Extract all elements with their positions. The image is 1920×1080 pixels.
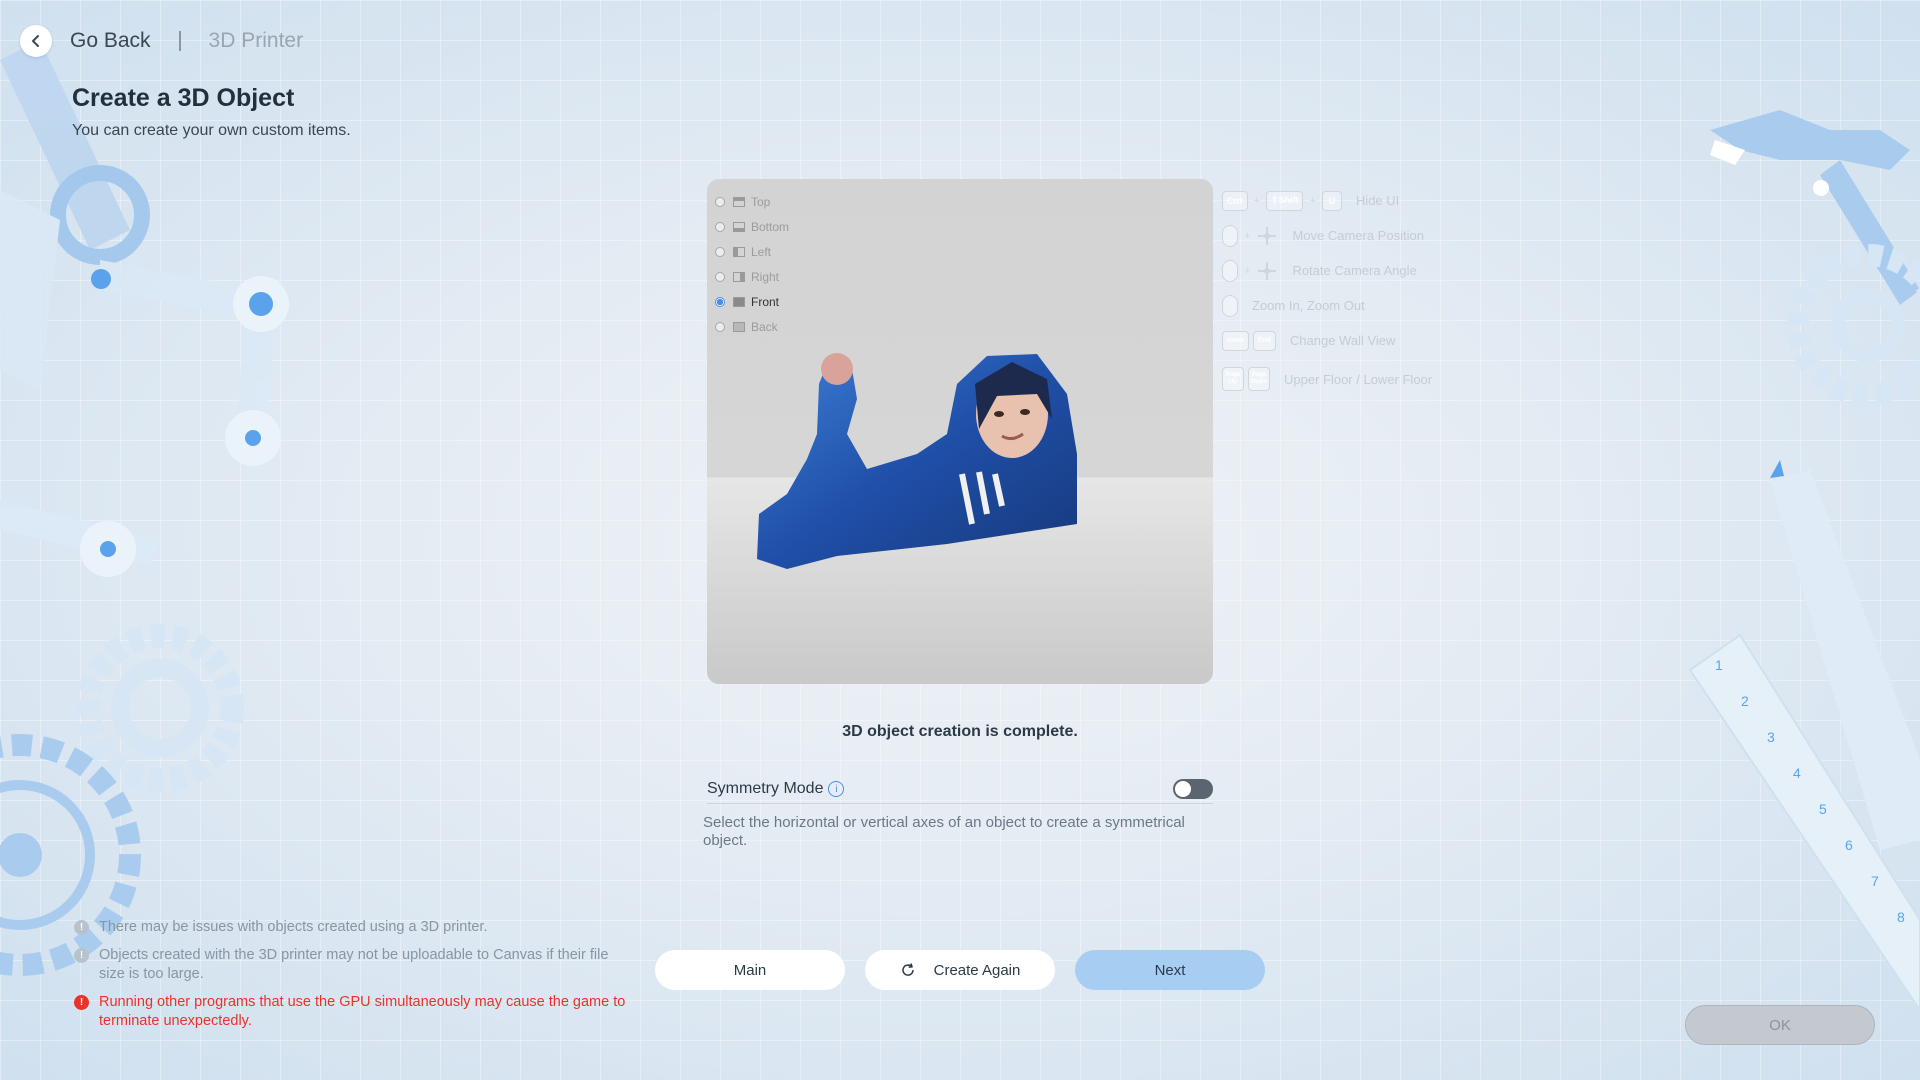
ok-button[interactable]: OK xyxy=(1685,1005,1875,1045)
3d-preview-viewport[interactable]: Top Bottom Left Right Front Back xyxy=(707,179,1213,684)
cube-top-icon xyxy=(733,196,745,207)
next-button[interactable]: Next xyxy=(1075,950,1265,990)
error-warning-item: ! Running other programs that use the GP… xyxy=(74,993,634,1031)
svg-text:1: 1 xyxy=(1715,657,1723,673)
svg-text:2: 2 xyxy=(1741,693,1749,709)
view-option-front[interactable]: Front xyxy=(715,289,789,314)
ctrl-key: Ctrl xyxy=(1222,190,1248,211)
home-key: Home xyxy=(1222,330,1249,351)
view-option-top[interactable]: Top xyxy=(715,189,789,214)
mouse-scroll-icon xyxy=(1222,294,1238,317)
refresh-icon xyxy=(900,962,916,978)
view-option-left[interactable]: Left xyxy=(715,239,789,264)
mouse-right-click-icon xyxy=(1222,259,1238,282)
shortcut-floor: Page Up Page Down Upper Floor / Lower Fl… xyxy=(1222,358,1432,400)
go-back-button[interactable] xyxy=(20,25,52,57)
mouse-left-click-icon xyxy=(1222,224,1238,247)
svg-text:5: 5 xyxy=(1819,801,1827,817)
go-back-label[interactable]: Go Back xyxy=(70,29,151,53)
move-arrows-icon xyxy=(1258,261,1277,280)
shortcut-hide-ui: Ctrl + ⇧Shift + U Hide UI xyxy=(1222,183,1432,218)
svg-text:7: 7 xyxy=(1871,873,1879,889)
view-option-label: Front xyxy=(751,294,780,309)
svg-text:6: 6 xyxy=(1845,837,1853,853)
view-option-label: Bottom xyxy=(751,219,790,234)
view-option-bottom[interactable]: Bottom xyxy=(715,214,789,239)
shortcut-label: Move Camera Position xyxy=(1292,228,1424,243)
warning-text: There may be issues with objects created… xyxy=(99,919,488,935)
shortcut-move-camera: + Move Camera Position xyxy=(1222,218,1432,253)
create-again-label: Create Again xyxy=(933,961,1021,979)
end-key: End xyxy=(1252,330,1276,351)
cube-left-icon xyxy=(733,246,745,257)
shortcut-label: Hide UI xyxy=(1355,193,1400,208)
view-option-right[interactable]: Right xyxy=(715,264,789,289)
create-again-button[interactable]: Create Again xyxy=(865,950,1055,990)
u-key: U xyxy=(1321,190,1342,211)
camera-view-selector: Top Bottom Left Right Front Back xyxy=(715,189,789,339)
radio-button[interactable] xyxy=(715,221,725,232)
ok-button-label: OK xyxy=(1769,1016,1791,1034)
info-circle-icon: ! xyxy=(74,948,89,963)
cube-bottom-icon xyxy=(733,221,745,232)
svg-text:4: 4 xyxy=(1793,765,1801,781)
move-arrows-icon xyxy=(1258,226,1277,245)
cube-right-icon xyxy=(733,271,745,282)
header: Go Back 3D Printer xyxy=(20,24,303,58)
next-button-label: Next xyxy=(1154,961,1186,979)
symmetry-mode-label: Symmetry Mode xyxy=(707,780,824,797)
creation-status-text: 3D object creation is complete. xyxy=(842,723,1078,740)
view-option-label: Top xyxy=(751,194,771,209)
warning-text: Objects created with the 3D printer may … xyxy=(99,947,609,982)
3d-model-preview xyxy=(757,353,1077,569)
radio-button[interactable] xyxy=(715,196,725,207)
main-button[interactable]: Main xyxy=(655,950,845,990)
chevron-left-icon xyxy=(32,35,39,47)
shortcut-rotate-camera: + Rotate Camera Angle xyxy=(1222,253,1432,288)
warning-item: ! There may be issues with objects creat… xyxy=(74,918,634,937)
radio-button[interactable] xyxy=(715,271,725,282)
error-circle-icon: ! xyxy=(74,995,89,1010)
shortcut-zoom: Zoom In, Zoom Out xyxy=(1222,288,1432,323)
warnings-list: ! There may be issues with objects creat… xyxy=(74,918,634,1040)
info-icon[interactable]: i xyxy=(828,781,845,797)
page-subtitle: You can create your own custom items. xyxy=(72,122,351,139)
warning-text: Running other programs that use the GPU … xyxy=(99,994,626,1029)
warning-item: ! Objects created with the 3D printer ma… xyxy=(74,946,634,984)
shift-key: ⇧Shift xyxy=(1265,190,1304,211)
main-button-label: Main xyxy=(733,961,767,979)
page-up-key: Page Up xyxy=(1222,367,1244,391)
radio-button-selected[interactable] xyxy=(715,296,725,307)
view-option-label: Right xyxy=(751,269,780,284)
radio-button[interactable] xyxy=(715,246,725,257)
shortcut-label: Change Wall View xyxy=(1289,333,1396,348)
page-down-key: Page Down xyxy=(1248,367,1270,391)
symmetry-mode-description: Select the horizontal or vertical axes o… xyxy=(703,814,1185,849)
view-option-label: Left xyxy=(751,244,772,259)
info-circle-icon: ! xyxy=(74,920,89,935)
shortcut-label: Upper Floor / Lower Floor xyxy=(1284,371,1433,387)
svg-text:8: 8 xyxy=(1897,909,1905,925)
cube-front-icon xyxy=(733,296,745,307)
svg-text:3: 3 xyxy=(1767,729,1775,745)
cube-back-icon xyxy=(733,321,745,332)
shortcut-wall-view: Home End Change Wall View xyxy=(1222,323,1432,358)
symmetry-mode-row: Symmetry Mode i xyxy=(707,775,1213,804)
radio-button[interactable] xyxy=(715,321,725,332)
breadcrumb-separator xyxy=(178,31,181,51)
symmetry-mode-toggle[interactable] xyxy=(1173,779,1213,799)
control-shortcuts-legend: Ctrl + ⇧Shift + U Hide UI + Move Camera Po… xyxy=(1222,183,1432,400)
shortcut-label: Rotate Camera Angle xyxy=(1292,263,1417,278)
shortcut-label: Zoom In, Zoom Out xyxy=(1252,298,1365,313)
page-title: Create a 3D Object xyxy=(72,84,295,112)
breadcrumb-current: 3D Printer xyxy=(208,29,304,52)
